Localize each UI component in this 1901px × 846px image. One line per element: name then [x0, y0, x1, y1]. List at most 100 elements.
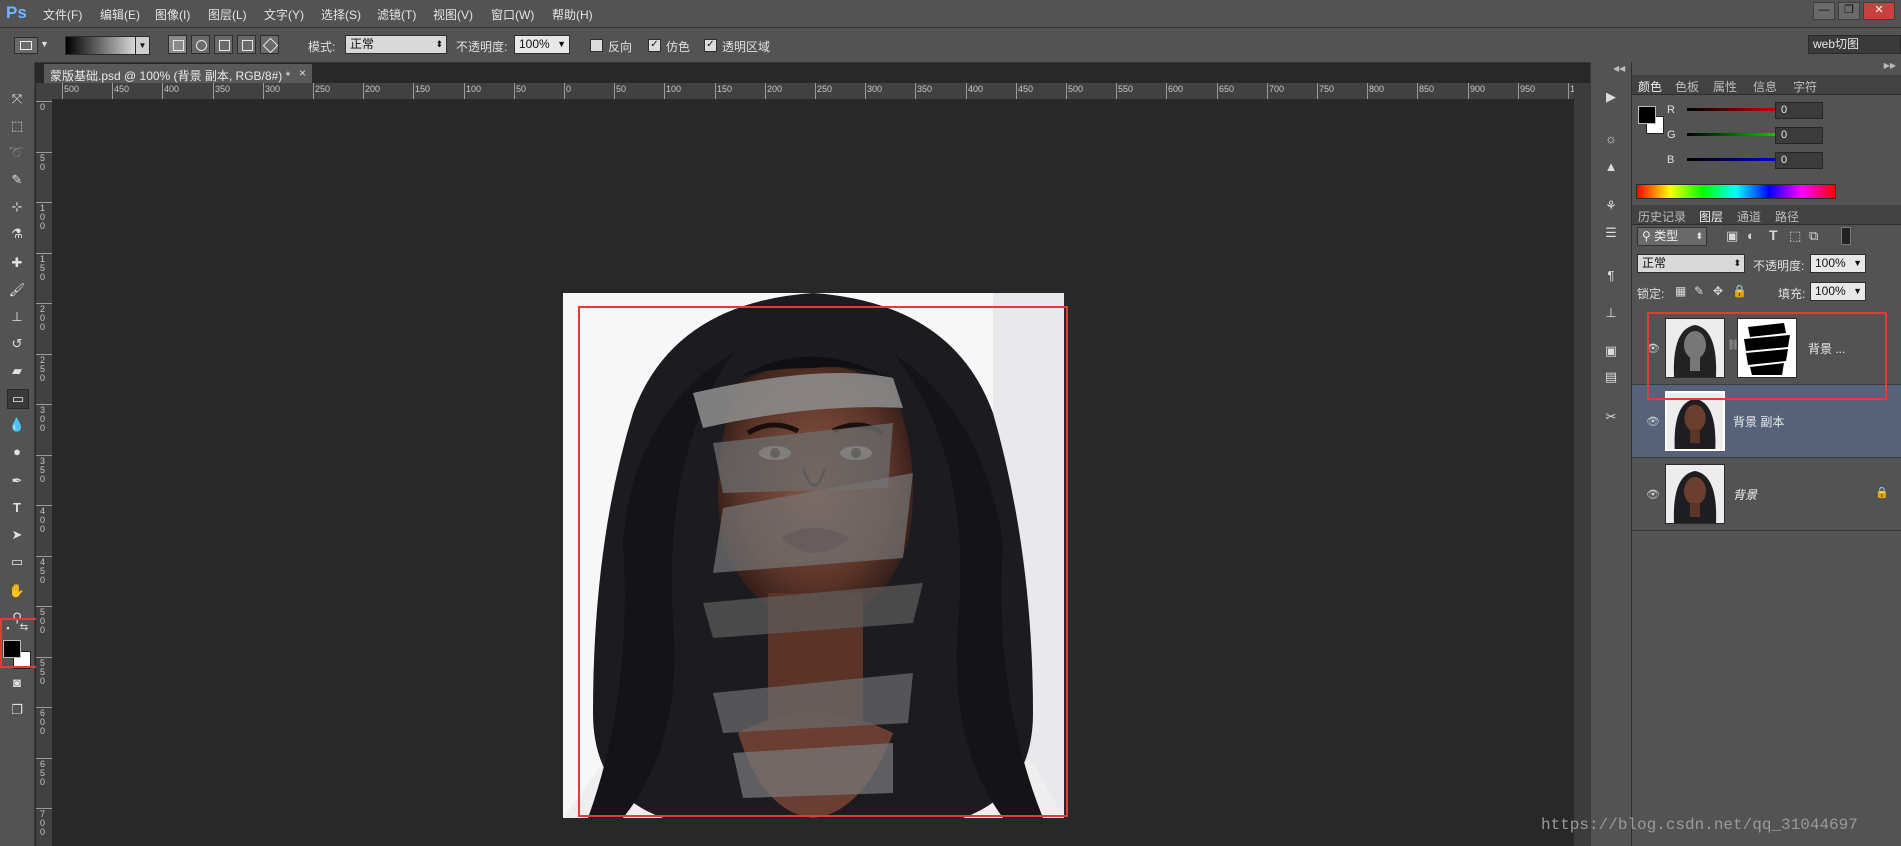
- move-tool-icon[interactable]: ⤧: [7, 90, 27, 108]
- diamond-gradient-button[interactable]: [260, 35, 279, 54]
- filter-type-icon[interactable]: T: [1769, 227, 1778, 243]
- tab-character[interactable]: 字符: [1793, 78, 1817, 95]
- tool-presets-icon[interactable]: ✂: [1601, 408, 1621, 426]
- tab-history[interactable]: 历史记录: [1638, 208, 1686, 225]
- reverse-checkbox[interactable]: [590, 39, 603, 52]
- document-tab[interactable]: 蒙版基础.psd @ 100% (背景 副本, RGB/8#) * ×: [44, 64, 312, 83]
- filter-toggle-icon[interactable]: [1841, 227, 1851, 245]
- healing-brush-tool-icon[interactable]: ✚: [7, 254, 27, 272]
- tool-preset-picker[interactable]: [14, 37, 38, 54]
- restore-button[interactable]: ❐: [1838, 2, 1860, 20]
- lock-all-icon[interactable]: 🔒: [1732, 284, 1747, 298]
- path-selection-tool-icon[interactable]: ➤: [7, 526, 27, 544]
- collapse-dock-icon[interactable]: ▶▶: [1884, 61, 1896, 70]
- tab-channels[interactable]: 通道: [1737, 208, 1761, 225]
- marquee-tool-icon[interactable]: ⬚: [7, 117, 27, 135]
- menu-type[interactable]: 文字(Y): [264, 6, 304, 23]
- clone-stamp-tool-icon[interactable]: ⊥: [7, 308, 27, 326]
- filter-smart-object-icon[interactable]: ⧉: [1809, 228, 1818, 244]
- tab-color[interactable]: 颜色: [1633, 75, 1667, 98]
- menu-select[interactable]: 选择(S): [321, 6, 361, 23]
- sun-adjust-icon[interactable]: ☼: [1601, 130, 1621, 148]
- filter-adjustment-icon[interactable]: ◐: [1747, 228, 1755, 243]
- workspace-select[interactable]: web切图: [1808, 35, 1901, 54]
- menu-image[interactable]: 图像(I): [155, 6, 190, 23]
- menu-help[interactable]: 帮助(H): [552, 6, 593, 23]
- layer-comps-icon[interactable]: ▣: [1601, 342, 1621, 360]
- close-tab-icon[interactable]: ×: [299, 66, 306, 80]
- transparency-checkbox[interactable]: ✓: [704, 39, 717, 52]
- crop-tool-icon[interactable]: ⊹: [7, 198, 27, 216]
- blue-value[interactable]: 0: [1775, 152, 1823, 169]
- tab-swatches[interactable]: 色板: [1675, 78, 1699, 95]
- angle-gradient-button[interactable]: [214, 35, 233, 54]
- eye-icon[interactable]: 👁: [1646, 415, 1660, 428]
- menu-layer[interactable]: 图层(L): [208, 6, 247, 23]
- layer-opacity-input[interactable]: 100% ▼: [1810, 254, 1866, 273]
- opacity-input[interactable]: 100% ▼: [514, 35, 570, 54]
- menu-window[interactable]: 窗口(W): [491, 6, 534, 23]
- tab-paths[interactable]: 路径: [1775, 208, 1799, 225]
- lock-transparent-icon[interactable]: ▦: [1675, 284, 1686, 298]
- lasso-tool-icon[interactable]: ➰: [7, 144, 27, 162]
- hand-tool-icon[interactable]: ✋: [7, 582, 27, 600]
- ruler-top-label: 800: [1369, 84, 1385, 94]
- ruler-left-label: 3 0 0: [40, 405, 46, 433]
- lock-pixels-brush-icon[interactable]: ✎: [1694, 284, 1704, 298]
- minimize-button[interactable]: —: [1813, 2, 1835, 20]
- layer-name[interactable]: 背景: [1733, 486, 1757, 503]
- tab-properties[interactable]: 属性: [1713, 78, 1737, 95]
- ruler-top-tick: [614, 83, 615, 99]
- filter-pixel-icon[interactable]: ▣: [1726, 228, 1738, 244]
- brush-tool-icon[interactable]: 🖌: [7, 281, 27, 299]
- eye-icon[interactable]: 👁: [1646, 488, 1660, 501]
- radial-gradient-button[interactable]: [191, 35, 210, 54]
- brush-presets-icon[interactable]: ⚘: [1601, 197, 1621, 215]
- blend-mode-select[interactable]: 正常 ⬍: [345, 35, 447, 54]
- menu-view[interactable]: 视图(V): [433, 6, 473, 23]
- menu-edit[interactable]: 编辑(E): [100, 6, 140, 23]
- layer-name[interactable]: 背景 副本: [1733, 413, 1784, 430]
- linear-gradient-button[interactable]: [168, 35, 187, 54]
- screen-mode-icon[interactable]: ❐: [7, 701, 27, 719]
- brush-settings-icon[interactable]: ☰: [1601, 224, 1621, 242]
- menu-file[interactable]: 文件(F): [43, 6, 82, 23]
- notes-icon[interactable]: ▤: [1601, 368, 1621, 386]
- eyedropper-tool-icon[interactable]: ⚗: [7, 225, 27, 243]
- collapse-panels-icon[interactable]: ◀◀: [1613, 64, 1625, 73]
- type-tool-icon[interactable]: T: [7, 499, 27, 517]
- fill-input[interactable]: 100% ▼: [1810, 282, 1866, 301]
- quick-selection-tool-icon[interactable]: ✎: [7, 171, 27, 189]
- histogram-icon[interactable]: ▲: [1601, 158, 1621, 176]
- blur-tool-icon[interactable]: 💧: [7, 416, 27, 434]
- gradient-dropdown-arrow[interactable]: ▼: [135, 36, 150, 55]
- eraser-tool-icon[interactable]: ▰: [7, 362, 27, 380]
- lock-position-icon[interactable]: ✥: [1713, 284, 1723, 298]
- dither-checkbox[interactable]: ✓: [648, 39, 661, 52]
- pen-tool-icon[interactable]: ✒: [7, 472, 27, 490]
- red-value[interactable]: 0: [1775, 102, 1823, 119]
- layer-row[interactable]: 👁 背景 🔒: [1632, 458, 1901, 531]
- layer-filter-select[interactable]: ⚲ 类型 ⬍: [1637, 227, 1707, 246]
- tab-layers[interactable]: 图层: [1694, 205, 1728, 228]
- layer-blend-mode-select[interactable]: 正常 ⬍: [1637, 254, 1745, 273]
- dodge-tool-icon[interactable]: ●: [7, 443, 27, 461]
- foreground-color-swatch[interactable]: [1638, 106, 1656, 124]
- vertical-scrollbar[interactable]: [1574, 83, 1590, 846]
- color-spectrum-bar[interactable]: [1636, 184, 1836, 199]
- close-button[interactable]: ✕: [1863, 2, 1895, 20]
- reflected-gradient-button[interactable]: [237, 35, 256, 54]
- menu-filter[interactable]: 滤镜(T): [377, 6, 416, 23]
- paragraph-icon[interactable]: ¶: [1601, 267, 1621, 285]
- clone-source-icon[interactable]: ⊥: [1601, 304, 1621, 322]
- tab-info[interactable]: 信息: [1753, 78, 1777, 95]
- green-value[interactable]: 0: [1775, 127, 1823, 144]
- gradient-tool-icon[interactable]: ▭: [7, 389, 29, 409]
- filter-shape-icon[interactable]: ⬚: [1789, 228, 1801, 244]
- rectangle-tool-icon[interactable]: ▭: [7, 553, 27, 571]
- ruler-origin[interactable]: [36, 83, 44, 99]
- history-brush-tool-icon[interactable]: ↺: [7, 335, 27, 353]
- quick-mask-icon[interactable]: ◙: [7, 674, 27, 692]
- ruler-top-label: 600: [1168, 84, 1184, 94]
- actions-play-icon[interactable]: ▶: [1601, 88, 1621, 106]
